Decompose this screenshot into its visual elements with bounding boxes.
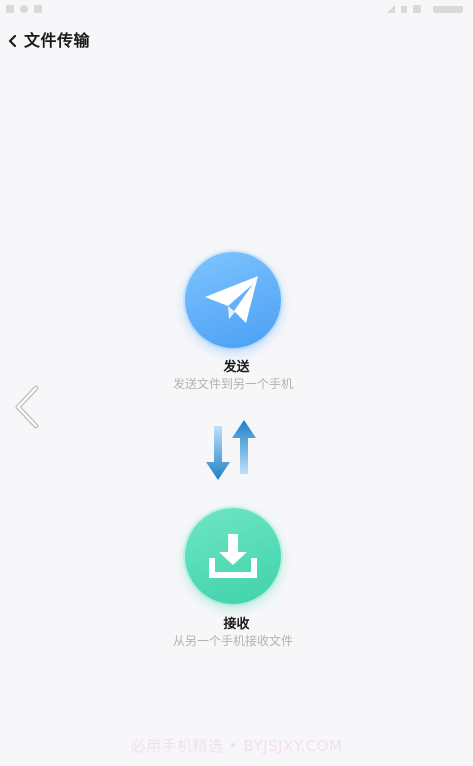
watermark: 必用手机精选 • BYJSJXY.COM xyxy=(130,737,343,755)
transfer-arrows-icon xyxy=(206,420,256,480)
back-button[interactable] xyxy=(4,30,22,52)
file-transfer-screen: 文件传输 发送 发送文件到另一个手机 接收 从另一个手机接收文件 必用手机精选 … xyxy=(0,0,473,766)
chevron-left-icon xyxy=(8,34,17,48)
send-label[interactable]: 发送 xyxy=(0,356,473,375)
status-icons-left xyxy=(6,5,42,13)
send-description: 发送文件到另一个手机 xyxy=(172,377,293,391)
receive-label[interactable]: 接收 xyxy=(0,613,473,632)
header: 文件传输 xyxy=(0,26,473,56)
receive-description: 从另一个手机接收文件 xyxy=(172,634,293,648)
paper-plane-icon xyxy=(205,276,258,323)
download-tray-icon xyxy=(209,534,257,578)
send-button[interactable] xyxy=(185,252,281,348)
status-icons-right xyxy=(387,5,463,13)
status-bar xyxy=(0,0,473,22)
receive-button[interactable] xyxy=(185,508,281,604)
page-title: 文件传输 xyxy=(24,31,91,50)
